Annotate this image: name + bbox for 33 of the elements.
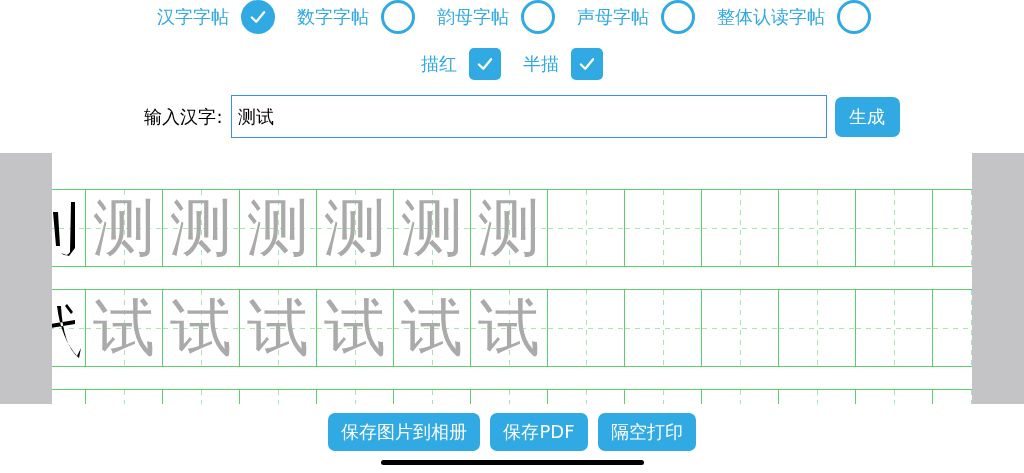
action-button[interactable]: 保存图片到相册 xyxy=(328,413,481,451)
action-button[interactable]: 隔空打印 xyxy=(597,413,696,451)
input-label: 输入汉字: xyxy=(144,104,223,129)
checkbox[interactable] xyxy=(469,48,501,80)
trace-character: 试 xyxy=(401,297,463,359)
option-label[interactable]: 半描 xyxy=(523,52,559,76)
trace-character: 测 xyxy=(170,197,232,259)
mode-label[interactable]: 韵母字帖 xyxy=(437,5,509,29)
mode-label[interactable]: 声母字帖 xyxy=(577,5,649,29)
mode-label[interactable]: 整体认读字帖 xyxy=(717,5,825,29)
radio-button[interactable] xyxy=(241,0,275,34)
radio-button[interactable] xyxy=(661,0,695,34)
generate-button[interactable]: 生成 xyxy=(834,96,900,137)
radio-button[interactable] xyxy=(837,0,871,34)
trace-character: 试 xyxy=(324,297,386,359)
character-fragment-drawing xyxy=(52,302,82,360)
trace-character: 测 xyxy=(93,197,155,259)
trace-character: 试 xyxy=(170,297,232,359)
trace-character: 测 xyxy=(324,197,386,259)
mode-label[interactable]: 数字字帖 xyxy=(297,5,369,29)
trace-character: 测 xyxy=(401,197,463,259)
trace-character: 试 xyxy=(93,297,155,359)
option-label[interactable]: 描红 xyxy=(421,52,457,76)
trace-character: 试 xyxy=(247,297,309,359)
action-button[interactable]: 保存PDF xyxy=(490,413,588,451)
mode-label[interactable]: 汉字字帖 xyxy=(157,5,229,29)
checkbox[interactable] xyxy=(571,48,603,80)
trace-character: 测 xyxy=(247,197,309,259)
input-field[interactable]: 测试 xyxy=(230,95,827,138)
radio-button[interactable] xyxy=(521,0,555,34)
trace-character: 试 xyxy=(478,297,540,359)
radio-button[interactable] xyxy=(381,0,415,34)
trace-character: 测 xyxy=(478,197,540,259)
